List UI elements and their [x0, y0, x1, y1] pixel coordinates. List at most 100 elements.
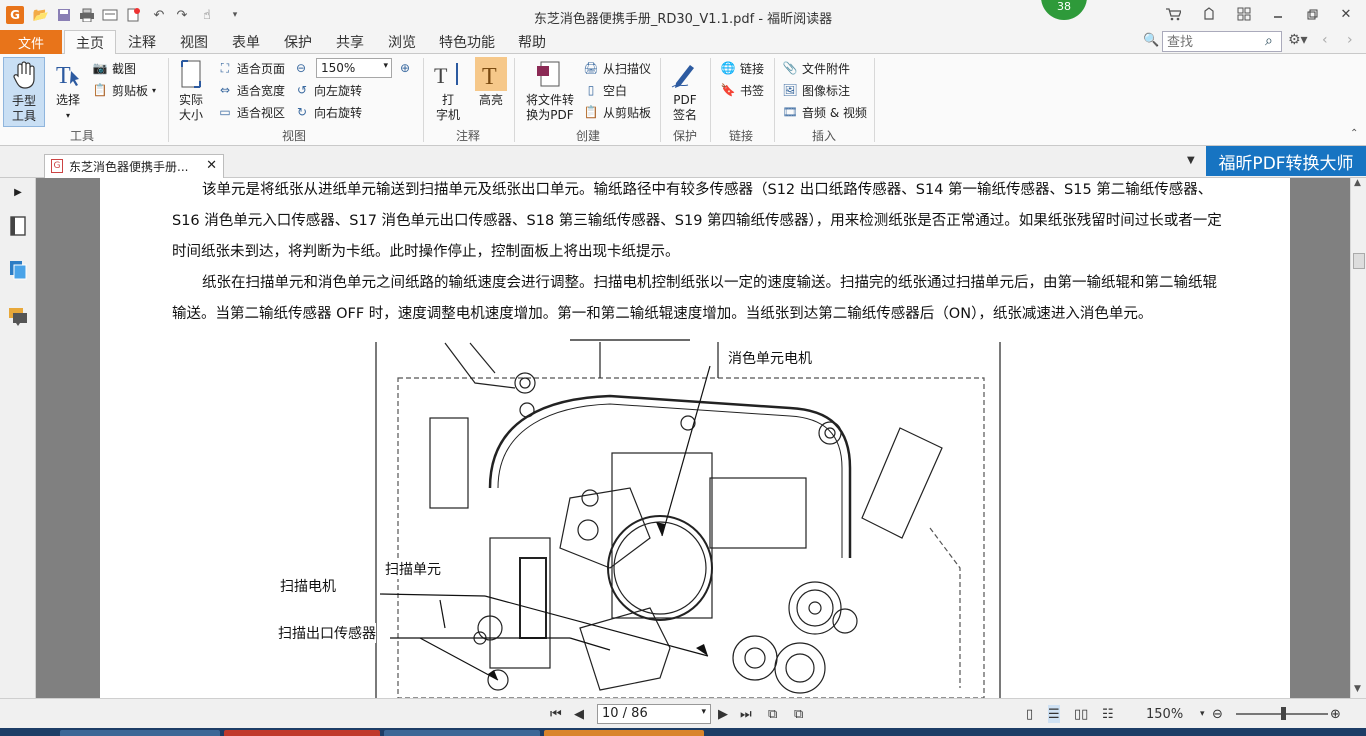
status-zoom-in-icon[interactable]: ⊕: [1330, 705, 1341, 723]
zoom-select[interactable]: 150% ▾: [316, 58, 392, 78]
link-button[interactable]: 🌐 链接: [720, 58, 765, 78]
select-tool-label: 选择: [55, 93, 80, 107]
ribbon-next-icon[interactable]: ›: [1347, 32, 1353, 48]
undo-icon[interactable]: ↶: [150, 6, 168, 24]
image-annotation-button[interactable]: 🖼 图像标注: [782, 80, 850, 100]
tab-special-features[interactable]: 特色功能: [432, 30, 502, 54]
expand-panel-icon[interactable]: ▶: [8, 182, 28, 202]
continuous-page-icon[interactable]: ☰: [1048, 705, 1060, 723]
tab-view[interactable]: 视图: [172, 30, 216, 54]
close-tab-icon[interactable]: ✕: [206, 158, 217, 173]
minimize-button[interactable]: [1265, 4, 1291, 24]
select-dropdown-icon[interactable]: ▾: [50, 108, 86, 123]
scroll-up-icon[interactable]: ▲: [1354, 178, 1361, 188]
select-tool-button[interactable]: T 选择 ▾: [50, 57, 86, 123]
save-icon[interactable]: [55, 6, 73, 24]
prev-page-icon[interactable]: ◀: [574, 705, 584, 723]
blank-button[interactable]: ▯ 空白: [583, 80, 627, 100]
tab-list-dropdown-icon[interactable]: ▼: [1187, 155, 1195, 166]
tab-comment[interactable]: 注释: [120, 30, 164, 54]
page-number-input[interactable]: 10 / 86 ▾: [597, 704, 711, 724]
hand-tool-button[interactable]: 手型 工具: [3, 57, 45, 127]
vertical-scrollbar[interactable]: ▲ ▼: [1350, 178, 1366, 698]
last-page-icon[interactable]: ⏭: [740, 705, 752, 723]
notification-badge[interactable]: 38: [1041, 0, 1087, 20]
customize-dropdown-icon[interactable]: ▾: [226, 6, 244, 24]
tab-protect[interactable]: 保护: [276, 30, 320, 54]
from-clipboard-button[interactable]: 📋 从剪贴板: [583, 102, 652, 122]
tab-share[interactable]: 共享: [328, 30, 372, 54]
tab-file[interactable]: 文件: [0, 30, 62, 54]
promo-banner[interactable]: 福昕PDF转换大师: [1206, 146, 1366, 176]
next-page-icon[interactable]: ▶: [718, 705, 728, 723]
highlight-button[interactable]: T 高亮: [474, 57, 508, 108]
document-tab[interactable]: G 东芝消色器便携手册... ✕: [44, 154, 224, 178]
zoom-slider-thumb[interactable]: [1281, 707, 1286, 720]
zoom-in-icon[interactable]: ⊕: [397, 58, 413, 78]
tab-help[interactable]: 帮助: [510, 30, 554, 54]
tab-form[interactable]: 表单: [224, 30, 268, 54]
ribbon-prev-icon[interactable]: ‹: [1322, 32, 1328, 48]
hand-menu-icon[interactable]: ☝: [198, 6, 216, 24]
scroll-down-icon[interactable]: ▼: [1354, 684, 1361, 694]
rotate-right-button[interactable]: ↻ 向右旋转: [294, 102, 362, 122]
print-icon[interactable]: [78, 6, 96, 24]
zoom-out-icon[interactable]: ⊖: [293, 58, 309, 78]
scroll-thumb[interactable]: [1353, 253, 1365, 269]
restore-button[interactable]: [1299, 4, 1325, 24]
tab-home[interactable]: 主页: [64, 30, 116, 55]
cart-icon[interactable]: [1160, 4, 1186, 24]
from-scanner-button[interactable]: 🖨 从扫描仪: [583, 58, 651, 78]
search-icon[interactable]: ⌕: [1265, 33, 1273, 49]
taskbar-item[interactable]: [224, 730, 380, 736]
actual-size-button[interactable]: 实际 大小: [172, 57, 210, 123]
audio-video-button[interactable]: 🎞 音频 & 视频: [782, 102, 867, 122]
continuous-facing-icon[interactable]: ☷: [1102, 705, 1114, 723]
tab-browse[interactable]: 浏览: [380, 30, 424, 54]
new-doc-icon[interactable]: [124, 6, 142, 24]
first-page-icon[interactable]: ⏮: [550, 705, 562, 723]
screenshot-button[interactable]: 📷 截图: [92, 58, 137, 78]
properties-icon[interactable]: [101, 6, 119, 24]
single-page-icon[interactable]: ▯: [1026, 705, 1033, 723]
open-icon[interactable]: 📂: [32, 6, 50, 24]
bookmark-button[interactable]: 🔖 书签: [720, 80, 765, 100]
next-view-icon[interactable]: ⧉: [794, 705, 803, 723]
clipboard-button[interactable]: 📋 剪贴板 ▾: [92, 80, 157, 100]
group-separator: [660, 58, 661, 142]
typewriter-button[interactable]: T 打 字机: [430, 57, 466, 123]
settings-gear-icon[interactable]: ⚙▾: [1288, 32, 1308, 48]
apps-grid-icon[interactable]: [1231, 4, 1257, 24]
comments-icon[interactable]: [8, 306, 28, 326]
fit-width-button[interactable]: ⇔ 适合宽度: [217, 80, 285, 100]
status-zoom-out-icon[interactable]: ⊖: [1212, 705, 1223, 723]
redo-icon[interactable]: ↷: [173, 6, 191, 24]
taskbar-item[interactable]: [60, 730, 220, 736]
search-input[interactable]: [1162, 31, 1282, 52]
fit-page-button[interactable]: ⛶ 适合页面: [217, 58, 285, 78]
file-attachment-button[interactable]: 📎 文件附件: [782, 58, 851, 78]
zoom-dropdown-icon[interactable]: ▾: [1200, 705, 1205, 723]
rotate-left-button[interactable]: ↺ 向左旋转: [294, 80, 362, 100]
fit-visible-button[interactable]: ▭ 适合视区: [217, 102, 285, 122]
taskbar-item[interactable]: [384, 730, 540, 736]
fit-page-icon: ⛶: [220, 60, 230, 75]
close-window-button[interactable]: ✕: [1333, 4, 1359, 24]
document-viewport[interactable]: 该单元是将纸张从进纸单元输送到扫描单元及纸张出口单元。输纸路径中有较多传感器（S…: [36, 178, 1350, 698]
chevron-down-icon[interactable]: ▾: [701, 707, 706, 717]
previous-view-icon[interactable]: ⧉: [768, 705, 777, 723]
pdf-sign-button[interactable]: PDF 签名: [666, 57, 704, 123]
facing-page-icon[interactable]: ▯▯: [1074, 705, 1088, 723]
skin-icon[interactable]: [1196, 4, 1222, 24]
foxit-logo-icon[interactable]: G: [6, 6, 24, 24]
find-folder-icon[interactable]: 🔍: [1143, 33, 1159, 48]
highlight-icon: T: [475, 57, 507, 91]
hand-tool-label: 手型 工具: [11, 94, 36, 123]
group-separator: [514, 58, 515, 142]
convert-to-pdf-button[interactable]: 将文件转 换为PDF: [522, 57, 578, 123]
collapse-ribbon-icon[interactable]: ⌃: [1350, 128, 1358, 139]
rotate-left-label: 向左旋转: [314, 83, 363, 98]
pages-thumbnail-icon[interactable]: [8, 216, 28, 236]
taskbar-item[interactable]: [544, 730, 704, 736]
layers-icon[interactable]: [8, 260, 28, 280]
